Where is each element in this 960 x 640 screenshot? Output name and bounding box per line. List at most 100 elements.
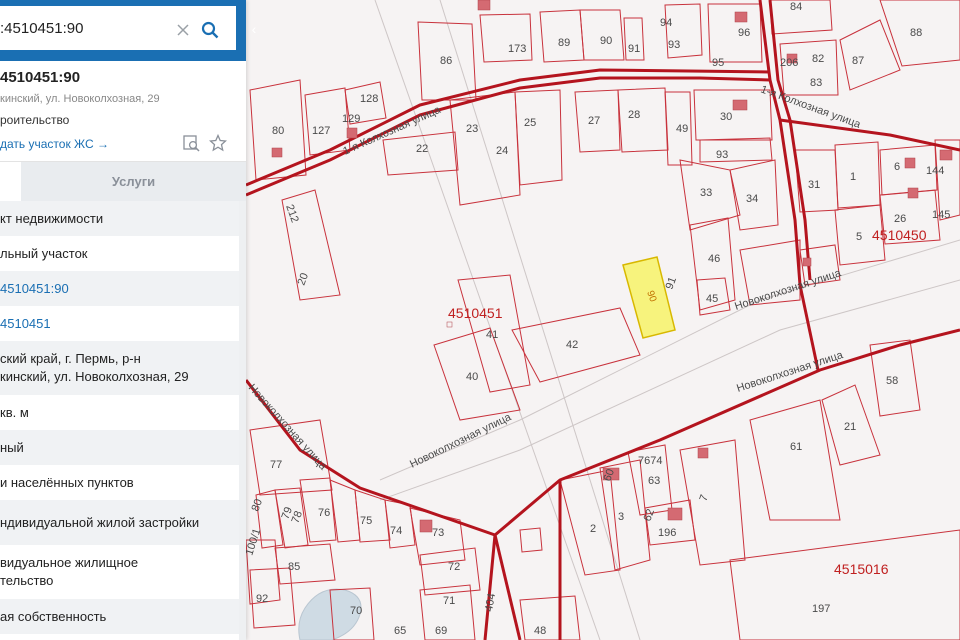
parcel-label: 206: [780, 57, 798, 69]
parcel-label: 70: [350, 605, 362, 617]
parcel-label: 46: [708, 253, 720, 265]
attribute-value: 4510451:90: [0, 281, 69, 296]
parcel-label: 90: [600, 35, 612, 47]
attribute-row: видуальное жилищное тельство: [0, 545, 240, 599]
parcel-label: 89: [558, 37, 570, 49]
object-status: роительство: [0, 113, 70, 127]
parcel-label: 77: [270, 459, 282, 471]
parcel-label: 95: [712, 57, 724, 69]
parcel-label: 26: [894, 213, 906, 225]
parcel-label: 1: [850, 171, 856, 183]
parcel-label: 128: [360, 93, 378, 105]
parcel-label: 197: [812, 603, 830, 615]
search-box: [0, 6, 236, 50]
parcel-label: 28: [628, 109, 640, 121]
attribute-value: ный: [0, 440, 24, 455]
parcel-label: 93: [716, 149, 728, 161]
attribute-value: и населённых пунктов: [0, 475, 134, 490]
parcel-label: 69: [435, 625, 447, 637]
parcel-label: 74: [390, 525, 402, 537]
attribute-list: кт недвижимости льный участок 4510451:90 45…: [0, 201, 240, 634]
parcel-label: 82: [812, 53, 824, 65]
attribute-row: кт недвижимости: [0, 201, 240, 236]
parcel-label: 33: [700, 187, 712, 199]
parcel-label: 75: [360, 515, 372, 527]
attribute-row: ая собственность: [0, 599, 240, 634]
parcel-label: 45: [706, 293, 718, 305]
scrollbar[interactable]: [239, 201, 246, 640]
star-icon[interactable]: [209, 134, 227, 152]
parcel-label: 34: [746, 193, 758, 205]
collapse-panel-button[interactable]: ‹: [247, 14, 261, 44]
attribute-row: ный: [0, 430, 240, 465]
parcel-label: 21: [844, 421, 856, 433]
parcel-label: 63: [648, 475, 660, 487]
attribute-value: кв. м: [0, 405, 29, 420]
tab-info[interactable]: [0, 162, 21, 202]
parcel-label: 23: [466, 123, 478, 135]
parcel-label: 94: [660, 17, 672, 29]
parcel-label: 93: [668, 39, 680, 51]
parcel-label: 30: [720, 111, 732, 123]
parcel-label: 129: [342, 113, 360, 125]
parcel-label: 6: [894, 161, 900, 173]
search-bar: [0, 0, 246, 61]
attribute-row: и населённых пунктов: [0, 465, 240, 500]
parcel-label: 71: [443, 595, 455, 607]
tabs: Услуги: [0, 161, 246, 202]
object-address: кинский, ул. Новоколхозная, 29: [0, 93, 160, 105]
parcel-label: 48: [534, 625, 546, 637]
attribute-row: ндивидуальной жилой застройки: [0, 500, 240, 545]
attribute-value: ский край, г. Пермь, р-н кинский, ул. Но…: [0, 351, 189, 384]
parcel-label: 144: [926, 165, 944, 177]
attribute-value: ая собственность: [0, 609, 107, 624]
attribute-value: видуальное жилищное тельство: [0, 555, 139, 588]
quarter-label-4510451: 4510451: [448, 305, 503, 321]
info-panel: 4510451:90 кинский, ул. Новоколхозная, 2…: [0, 0, 246, 640]
parcel-label: 3: [618, 511, 624, 523]
parcel-label: 42: [566, 339, 578, 351]
parcel-label: 87: [852, 55, 864, 67]
parcel-label: 72: [448, 561, 460, 573]
parcel-label: 83: [810, 77, 822, 89]
attribute-row: ский край, г. Пермь, р-н кинский, ул. Но…: [0, 341, 240, 395]
parcel-label: 80: [272, 125, 284, 137]
parcel-label: 96: [738, 27, 750, 39]
parcel-label: 73: [432, 527, 444, 539]
attribute-row[interactable]: 4510451:90: [0, 271, 240, 306]
search-input[interactable]: [0, 17, 170, 39]
parcel-label: 31: [808, 179, 820, 191]
attribute-row[interactable]: 4510451: [0, 306, 240, 341]
attribute-row: льный участок: [0, 236, 240, 271]
parcel-label: 40: [466, 371, 478, 383]
parcel-label: 196: [658, 527, 676, 539]
attribute-row: кв. м: [0, 395, 240, 430]
search-icon[interactable]: [201, 21, 219, 39]
parcel-label: 91: [628, 43, 640, 55]
attribute-value: льный участок: [0, 246, 88, 261]
object-title: 4510451:90: [0, 69, 81, 86]
attribute-value: 4510451: [0, 316, 51, 331]
parcel-label: 92: [256, 593, 268, 605]
parcel-label: 5: [856, 231, 862, 243]
map-search-icon[interactable]: [183, 135, 200, 152]
parcel-label: 2: [590, 523, 596, 535]
parcel-label: 41: [486, 329, 498, 341]
close-icon[interactable]: [177, 24, 189, 36]
parcel-label: 88: [910, 27, 922, 39]
attribute-value: ндивидуальной жилой застройки: [0, 515, 200, 530]
parcel-label: 84: [790, 1, 802, 13]
parcel-label: 86: [440, 55, 452, 67]
quarter-label-4515016: 4515016: [834, 561, 889, 577]
parcel-label: 85: [288, 561, 300, 573]
parcel-label: 22: [416, 143, 428, 155]
tab-services[interactable]: Услуги: [21, 162, 246, 202]
parcel-label: 61: [790, 441, 802, 453]
quarter-label-4510450: 4510450: [872, 227, 927, 243]
parcel-label: 145: [932, 209, 950, 221]
parcel-label: 27: [588, 115, 600, 127]
action-link[interactable]: дать участок ЖС →: [0, 137, 109, 151]
attribute-value: кт недвижимости: [0, 211, 104, 226]
parcel-label: 65: [394, 625, 406, 637]
parcel-label: 49: [676, 123, 688, 135]
